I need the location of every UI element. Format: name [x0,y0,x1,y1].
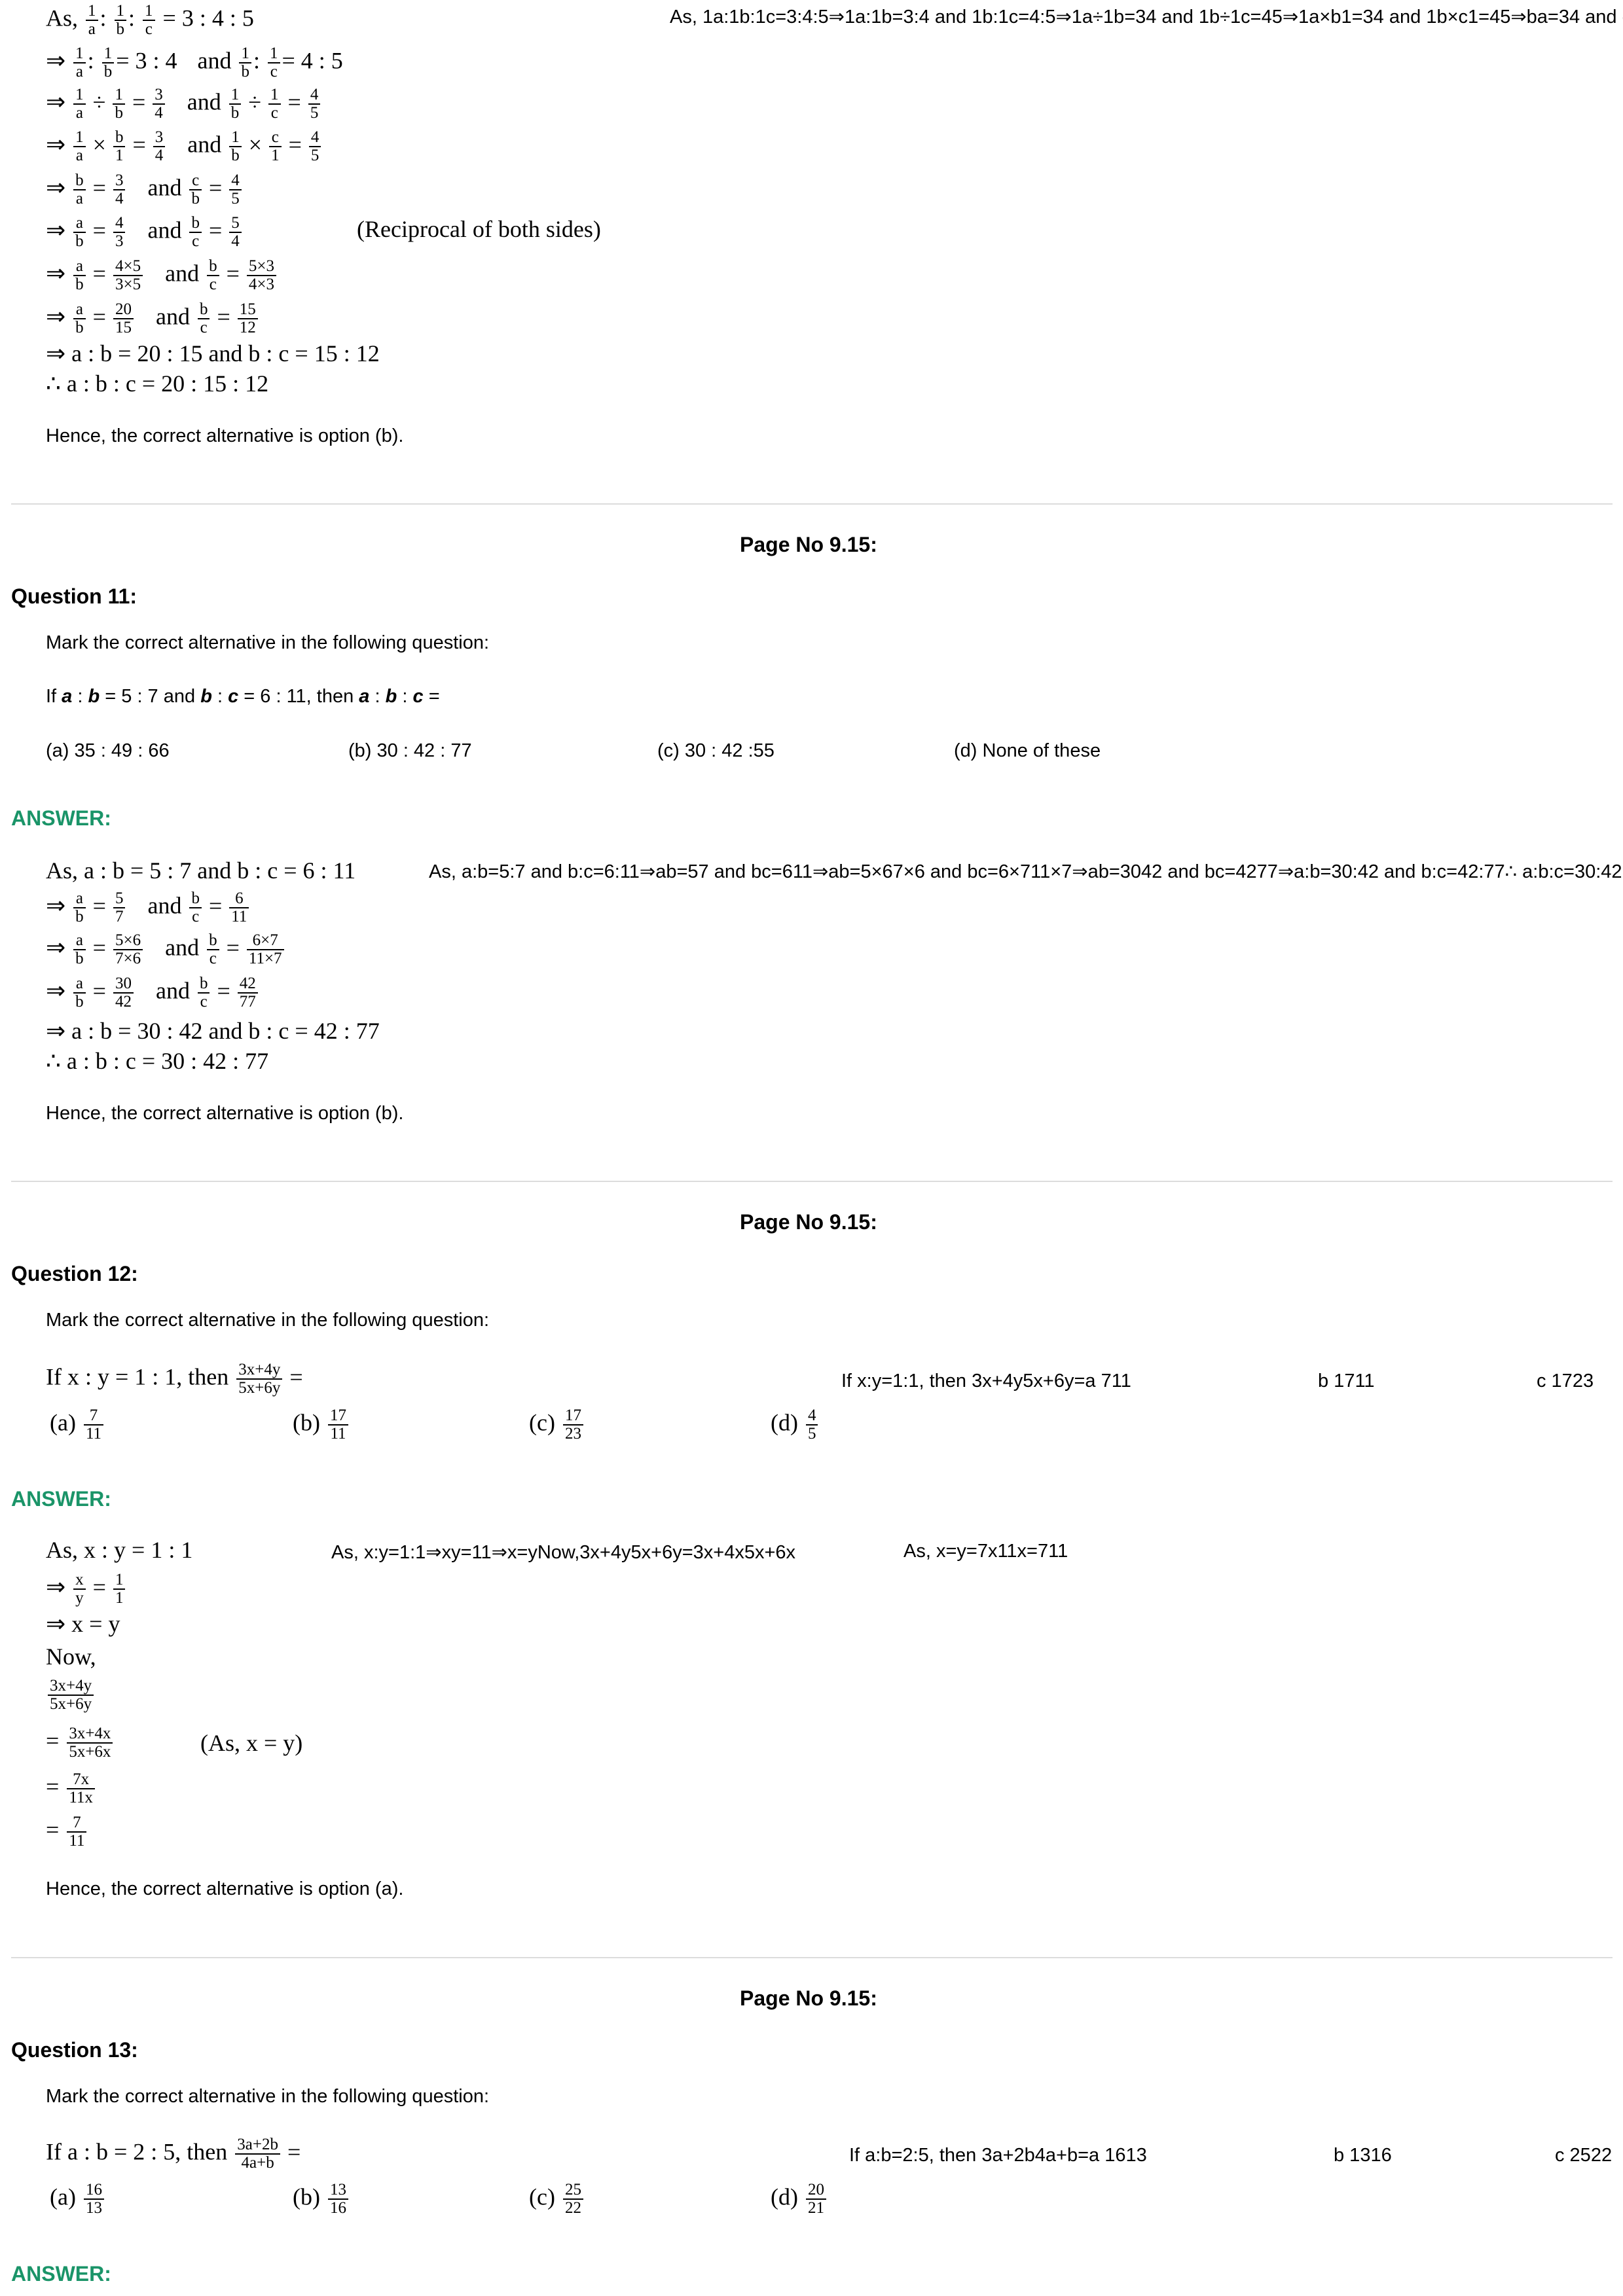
b1-row-4: ⇒ 1 a × b 1 = 3 4 and 1 b × c 1 = 4 5 [46,128,323,165]
page-number: Page No 9.15: [740,1210,877,1234]
q13-option-a: (a) 16 13 [50,2181,106,2217]
q12-line-4: Now, [46,1643,96,1670]
question-stem: If a : b = 5 : 7 and b : c = 6 : 11, the… [46,686,440,707]
q12-option-a: (a) 7 11 [50,1407,105,1443]
q12-stem: If x : y = 1 : 1, then 3x+4y 5x+6y = [46,1361,303,1397]
q11-conclusion: Hence, the correct alternative is option… [46,1103,404,1124]
b1-conclusion: Hence, the correct alternative is option… [46,425,404,446]
b1-row-7: ⇒ a b = 4×5 3×5 and b c = 5×3 4×3 [46,257,278,294]
q12-option-c: (c) 17 23 [529,1407,585,1443]
answer-label: ANSWER: [11,1487,111,1511]
b1-row-2: ⇒ 1a: 1 b = 3 : 4 and 1b: 1 c = 4 : 5 [46,45,343,81]
q13-stem: If a : b = 2 : 5, then 3a+2b 4a+b = [46,2136,301,2172]
instruction: Mark the correct alternative in the foll… [46,1310,490,1331]
b1-row-8: ⇒ a b = 20 15 and b c = 15 12 [46,300,260,337]
q11-row-3: ⇒ a b = 5×6 7×6 and b c = 6×7 11×7 [46,931,286,968]
q12-row-7: = 7x 11x [46,1770,97,1807]
b1-row-3: ⇒ 1 a ÷ 1 b = 3 4 and 1 b ÷ 1 c = 4 5 [46,86,322,122]
text: = 3 : 4 : 5 [162,5,254,31]
q13-alt-stem: If a:b=2:5, then 3a+2b4a+b=a 1613 [849,2145,1147,2166]
instruction: Mark the correct alternative in the foll… [46,2086,490,2107]
q12-row-2: ⇒ x y = 1 1 [46,1571,127,1607]
q13-alt-b: b 1316 [1334,2145,1392,2166]
q12-alt-stem: If x:y=1:1, then 3x+4y5x+6y=a 711 [841,1371,1131,1391]
q12-conclusion: Hence, the correct alternative is option… [46,1878,404,1899]
q13-option-d: (d) 20 21 [771,2181,828,2217]
q11-line-1: As, a : b = 5 : 7 and b : c = 6 : 11 [46,857,356,884]
b1-line-10: ∴ a : b : c = 20 : 15 : 12 [46,370,269,397]
page-number: Page No 9.15: [740,1986,877,2010]
divider [11,1181,1613,1182]
q12-alt-text-2: As, x=y=7x11x=711 [903,1541,1068,1562]
b1-row-1: As, 1a: 1b: 1c = 3 : 4 : 5 [46,2,254,39]
q12-note: (As, x = y) [200,1730,303,1756]
text: As, [46,5,79,31]
instruction: Mark the correct alternative in the foll… [46,632,490,653]
q12-alt-c: c 1723 [1537,1371,1594,1391]
fraction: 1c [143,2,155,39]
fraction: 1a [86,2,98,39]
b1-note: (Reciprocal of both sides) [357,216,601,242]
q12-line-1: As, x : y = 1 : 1 [46,1537,193,1563]
q11-alt-text: As, a:b=5:7 and b:c=6:11⇒ab=57 and bc=61… [429,861,1623,882]
q13-option-b: (b) 13 16 [293,2181,350,2217]
option-d: (d) None of these [954,740,1101,761]
q12-line-3: ⇒ x = y [46,1611,120,1637]
divider [11,503,1613,505]
q12-option-d: (d) 45 [771,1407,820,1443]
q13-option-c: (c) 25 22 [529,2181,585,2217]
b1-alt-text: As, 1a:1b:1c=3:4:5⇒1a:1b=3:4 and 1b:1c=4… [670,7,1623,27]
b1-row-6: ⇒ a b = 4 3 and b c = 5 4 [46,214,244,251]
b1-line-9: ⇒ a : b = 20 : 15 and b : c = 15 : 12 [46,340,380,367]
answer-label: ANSWER: [11,2262,111,2286]
q12-alt-b: b 1711 [1318,1371,1375,1391]
q11-row-4: ⇒ a b = 30 42 and b c = 42 77 [46,975,260,1011]
option-b: (b) 30 : 42 : 77 [348,740,472,761]
option-a: (a) 35 : 49 : 66 [46,740,170,761]
question-title: Question 13: [11,2038,138,2062]
q12-row-6: = 3x+4x 5x+6x [46,1725,115,1761]
q12-row-8: = 7 11 [46,1814,88,1850]
q11-row-2: ⇒ a b = 5 7 and b c = 6 11 [46,889,251,926]
q11-line-6: ∴ a : b : c = 30 : 42 : 77 [46,1048,269,1074]
b1-row-5: ⇒ b a = 3 4 and c b = 4 5 [46,171,244,208]
question-title: Question 11: [11,584,137,608]
q12-alt-text-1: As, x:y=1:1⇒xy=11⇒x=yNow,3x+4y5x+6y=3x+4… [331,1542,796,1563]
question-title: Question 12: [11,1262,138,1285]
q12-option-b: (b) 17 11 [293,1407,350,1443]
option-c: (c) 30 : 42 :55 [657,740,775,761]
q11-line-5: ⇒ a : b = 30 : 42 and b : c = 42 : 77 [46,1018,380,1044]
q12-fraction-5: 3x+4y 5x+6y [46,1677,96,1713]
q13-alt-c: c 2522 [1555,2145,1613,2166]
divider [11,1957,1613,1958]
fraction: 1b [114,2,127,39]
page-number: Page No 9.15: [740,533,877,556]
answer-label: ANSWER: [11,806,111,830]
